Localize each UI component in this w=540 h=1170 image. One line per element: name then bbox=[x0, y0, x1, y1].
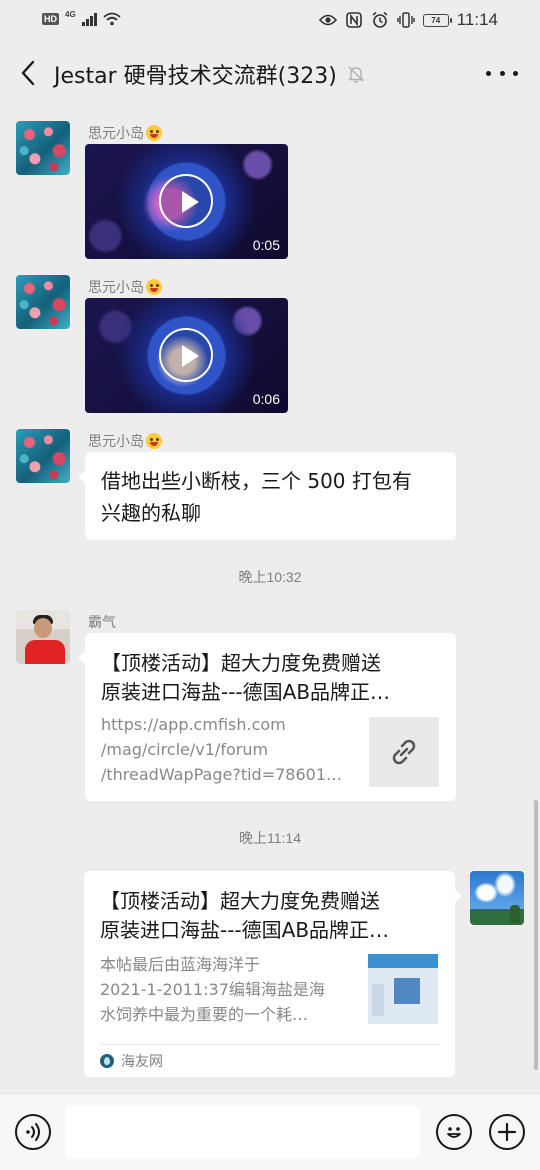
source-name: 海友网 bbox=[121, 1054, 163, 1070]
link-description: 本帖最后由蓝海海洋于 2021-1-2011:37编辑海盐是海 水饲养中最为重要… bbox=[100, 955, 325, 1024]
link-thumbnail bbox=[369, 717, 439, 787]
video-message[interactable]: 0:06 bbox=[85, 298, 288, 413]
site-logo-icon bbox=[100, 1054, 114, 1068]
voice-button[interactable] bbox=[15, 1114, 51, 1150]
my-avatar[interactable] bbox=[470, 871, 524, 925]
text-message[interactable]: 借地出些小断枝，三个 500 打包有 兴趣的私聊 bbox=[78, 452, 456, 540]
signal-icon bbox=[81, 12, 97, 26]
sender-name: 思元小岛 bbox=[88, 431, 162, 451]
timestamp: 晚上11:14 bbox=[239, 830, 301, 846]
chat-header: Jestar 硬骨技术交流群(323) bbox=[0, 40, 540, 106]
wifi-icon bbox=[103, 10, 121, 28]
link-card[interactable]: 【顶楼活动】超大力度免费赠送 原装进口海盐---德国AB品牌正… https:/… bbox=[78, 633, 456, 801]
link-thumbnail bbox=[368, 954, 438, 1024]
sender-name: 霸气 bbox=[88, 615, 116, 631]
avatar[interactable] bbox=[16, 610, 70, 664]
link-title: 【顶楼活动】超大力度免费赠送 原装进口海盐---德国AB品牌正… bbox=[100, 889, 390, 942]
link-card[interactable]: 【顶楼活动】超大力度免费赠送 原装进口海盐---德国AB品牌正… 本帖最后由蓝海… bbox=[84, 871, 462, 1077]
emoji-button[interactable] bbox=[436, 1114, 472, 1150]
alarm-icon bbox=[371, 11, 389, 29]
message-line: 兴趣的私聊 bbox=[101, 501, 201, 525]
sender-name: 思元小岛 bbox=[88, 123, 162, 143]
status-left: HD 4G bbox=[42, 10, 121, 28]
plus-icon bbox=[497, 1122, 517, 1142]
input-bar bbox=[0, 1093, 540, 1170]
back-button[interactable] bbox=[12, 56, 44, 90]
more-dots-icon bbox=[486, 70, 491, 76]
bell-off-icon bbox=[346, 64, 366, 84]
video-duration: 0:06 bbox=[252, 391, 280, 407]
link-title: 【顶楼活动】超大力度免费赠送 原装进口海盐---德国AB品牌正… bbox=[101, 651, 391, 704]
hd-badge: HD bbox=[42, 13, 59, 25]
back-chevron-icon bbox=[21, 60, 35, 86]
scrollbar[interactable] bbox=[534, 800, 538, 1070]
grinning-emoji-icon bbox=[146, 433, 162, 449]
divider bbox=[100, 1044, 439, 1045]
message-input[interactable] bbox=[66, 1106, 420, 1158]
nfc-icon bbox=[345, 11, 363, 29]
more-button[interactable] bbox=[486, 62, 518, 84]
link-icon bbox=[392, 739, 416, 765]
message-line: 借地出些小断枝，三个 500 打包有 bbox=[101, 469, 412, 493]
grinning-emoji-icon bbox=[146, 125, 162, 141]
avatar[interactable] bbox=[16, 121, 70, 175]
chat-title: Jestar 硬骨技术交流群(323) bbox=[54, 64, 337, 89]
status-time: 11:14 bbox=[456, 10, 498, 29]
more-functions-button[interactable] bbox=[489, 1114, 525, 1150]
voice-icon bbox=[26, 1123, 40, 1141]
link-source: 海友网 bbox=[100, 1051, 163, 1071]
play-icon[interactable] bbox=[159, 174, 213, 228]
status-right: 74 11:14 bbox=[318, 10, 498, 30]
grinning-emoji-icon bbox=[146, 279, 162, 295]
video-duration: 0:05 bbox=[252, 237, 280, 253]
video-message[interactable]: 0:05 bbox=[85, 144, 288, 259]
timestamp: 晚上10:32 bbox=[238, 569, 302, 585]
sender-name: 思元小岛 bbox=[88, 277, 162, 297]
battery-icon: 74 bbox=[422, 13, 452, 27]
link-url: https://app.cmfish.com /mag/circle/v1/fo… bbox=[101, 715, 342, 784]
status-bar: HD 4G 74 11:14 bbox=[0, 0, 540, 40]
avatar[interactable] bbox=[16, 429, 70, 483]
emoji-icon bbox=[447, 1127, 461, 1138]
play-icon[interactable] bbox=[159, 328, 213, 382]
network-type: 4G bbox=[65, 9, 76, 19]
battery-level: 74 bbox=[431, 15, 441, 25]
vibrate-icon bbox=[397, 11, 415, 29]
avatar[interactable] bbox=[16, 275, 70, 329]
eye-icon bbox=[318, 11, 337, 29]
